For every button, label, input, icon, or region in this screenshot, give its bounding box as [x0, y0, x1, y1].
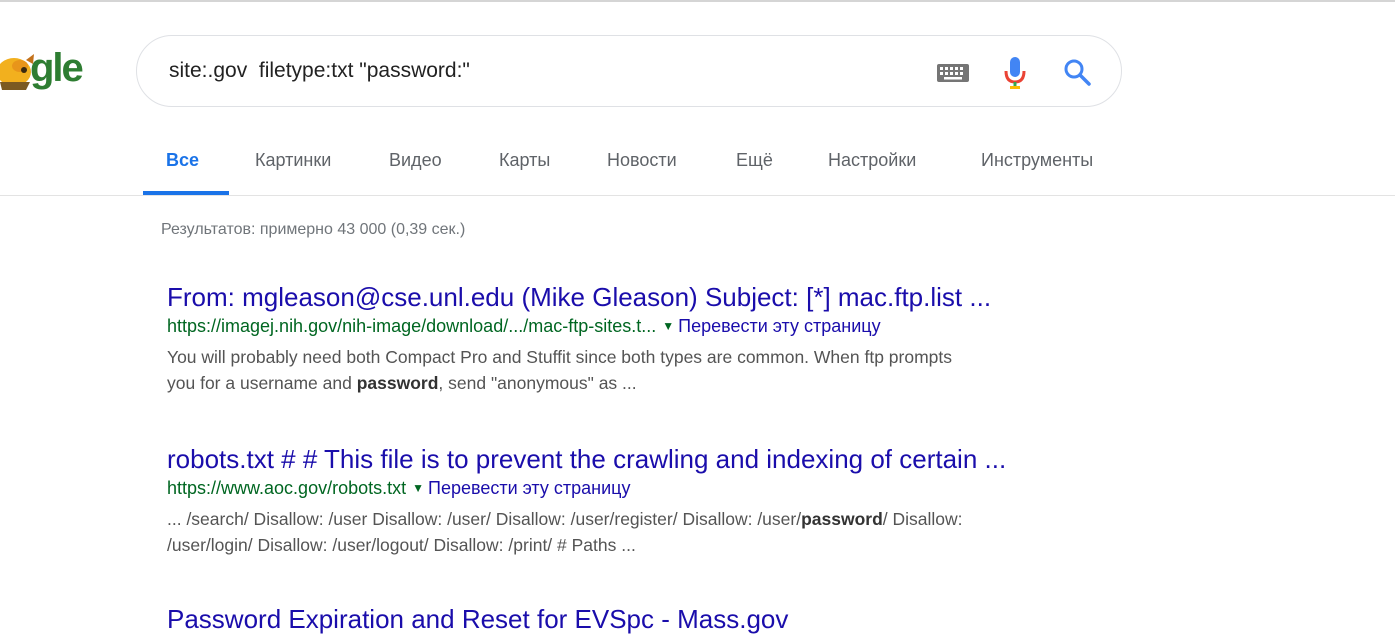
- search-input[interactable]: site:.gov filetype:txt "password:": [169, 59, 470, 83]
- search-box[interactable]: site:.gov filetype:txt "password:": [136, 35, 1122, 107]
- result-stats: Результатов: примерно 43 000 (0,39 сек.): [161, 221, 466, 238]
- result-url: https://imagej.nih.gov/nih-image/downloa…: [167, 316, 657, 336]
- tab-maps[interactable]: Карты: [499, 150, 550, 171]
- result-title-link[interactable]: robots.txt # # This file is to prevent t…: [167, 443, 1097, 475]
- tabs-divider: [0, 195, 1395, 196]
- google-logo[interactable]: gle: [0, 48, 100, 98]
- search-icon[interactable]: [1063, 58, 1091, 86]
- search-result: robots.txt # # This file is to prevent t…: [167, 443, 1097, 558]
- snippet-text: /user/login/ Disallow: /user/logout/ Dis…: [167, 535, 636, 555]
- snippet-text: You will probably need both Compact Pro …: [167, 347, 953, 367]
- result-title-link[interactable]: From: mgleason@cse.unl.edu (Mike Gleason…: [167, 281, 1097, 313]
- translate-link[interactable]: Перевести эту страницу: [428, 478, 630, 498]
- keyboard-icon[interactable]: [937, 64, 969, 82]
- snippet-highlight: password: [801, 509, 883, 529]
- tab-news[interactable]: Новости: [607, 150, 677, 171]
- result-url: https://www.aoc.gov/robots.txt: [167, 478, 407, 498]
- dropdown-triangle-icon[interactable]: ▼: [412, 481, 424, 495]
- translate-link[interactable]: Перевести эту страницу: [678, 316, 880, 336]
- snippet-text: ... /search/ Disallow: /user Disallow: /…: [167, 509, 802, 529]
- tab-settings[interactable]: Настройки: [828, 150, 916, 171]
- tab-tools[interactable]: Инструменты: [981, 150, 1093, 171]
- tab-all[interactable]: Все: [166, 150, 199, 171]
- search-tabs: Все Картинки Видео Карты Новости Ещё Нас…: [0, 144, 1395, 196]
- microphone-icon[interactable]: [1003, 56, 1027, 90]
- result-snippet: ... /search/ Disallow: /user Disallow: /…: [167, 506, 1097, 558]
- tab-more[interactable]: Ещё: [736, 150, 773, 171]
- tab-video[interactable]: Видео: [389, 150, 442, 171]
- result-url-line: https://www.aoc.gov/robots.txt ▼ Перевести…: [167, 476, 1097, 502]
- snippet-text: , send "anonymous" as ...: [438, 373, 637, 393]
- result-url-line: https://imagej.nih.gov/nih-image/downloa…: [167, 314, 1097, 340]
- top-border: [0, 0, 1395, 2]
- result-title-link[interactable]: Password Expiration and Reset for EVSpc …: [167, 603, 1097, 635]
- dropdown-triangle-icon[interactable]: ▼: [662, 319, 674, 333]
- search-result: Password Expiration and Reset for EVSpc …: [167, 603, 1097, 635]
- search-result: From: mgleason@cse.unl.edu (Mike Gleason…: [167, 281, 1097, 396]
- tab-images[interactable]: Картинки: [255, 150, 331, 171]
- result-snippet: You will probably need both Compact Pro …: [167, 344, 1097, 396]
- logo-text: gle: [30, 48, 84, 90]
- snippet-highlight: password: [356, 373, 439, 393]
- snippet-text: you for a username and: [167, 373, 357, 393]
- snippet-text: / Disallow:: [882, 509, 963, 529]
